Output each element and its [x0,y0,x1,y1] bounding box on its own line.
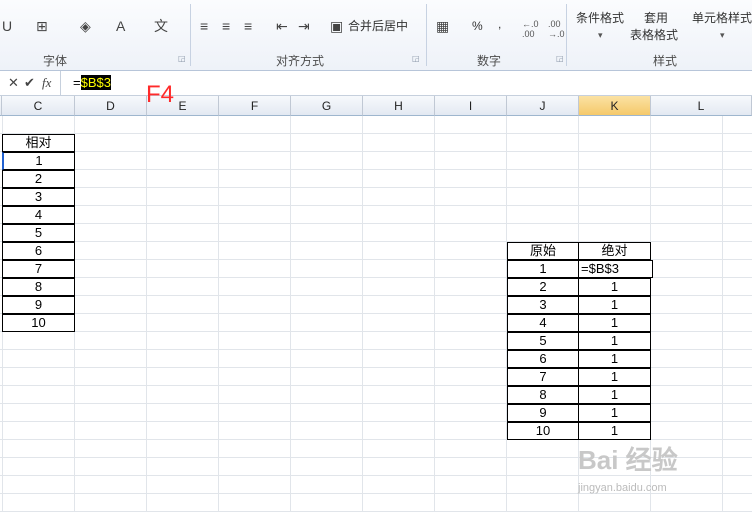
number-group-label: 数字 [476,54,501,68]
styles-group-label: 样式 [652,54,677,68]
table-cell[interactable]: 7 [507,368,579,386]
cancel-icon[interactable]: ✕ [8,75,19,91]
align-left-icon[interactable]: ≡ [200,18,208,34]
formula-prefix: = [73,75,81,90]
enter-icon[interactable]: ✔ [24,75,35,91]
table-cell[interactable]: 8 [2,278,75,296]
font-color-icon[interactable]: A [116,18,125,34]
table-cell[interactable]: 6 [507,350,579,368]
table-cell[interactable]: 1 [578,404,651,422]
active-edit-cell[interactable]: =$B$3 [578,260,653,278]
formula-reference-highlight: $B$3 [80,75,111,90]
table-header[interactable]: 相对 [2,134,75,152]
align-right-icon[interactable]: ≡ [244,18,252,34]
separator [190,4,191,66]
phonetic-icon[interactable]: 文 [154,18,168,34]
font-group-label: 字体 [42,54,67,68]
column-header-f[interactable]: F [219,96,291,116]
table-cell[interactable]: 2 [2,170,75,188]
column-header-l[interactable]: L [651,96,752,116]
table-format-label-2[interactable]: 表格格式 [630,28,678,42]
percent-button[interactable]: % [472,19,483,33]
conditional-format-button[interactable]: 条件格式 [576,11,624,25]
table-header[interactable]: 原始 [507,242,579,260]
comma-button[interactable]: , [498,17,501,31]
watermark-logo: Bai 经验 [578,445,678,475]
table-cell[interactable]: 1 [578,296,651,314]
table-cell[interactable]: 10 [507,422,579,440]
table-cell[interactable]: 1 [578,350,651,368]
column-header-d[interactable]: D [75,96,147,116]
table-cell[interactable]: 1 [578,314,651,332]
table-cell[interactable]: 1 [578,368,651,386]
table-cell[interactable]: 4 [2,206,75,224]
separator [426,4,427,66]
column-header-k[interactable]: K [579,96,651,116]
increase-indent-icon[interactable]: ⇥ [298,18,310,34]
decrease-indent-icon[interactable]: ⇤ [276,18,288,34]
watermark-url: jingyan.baidu.com [578,482,667,494]
column-header-c[interactable]: C [2,96,75,116]
table-header[interactable]: 绝对 [578,242,651,260]
alignment-group-label: 对齐方式 [275,54,324,68]
table-cell[interactable]: 6 [2,242,75,260]
cell-style-button[interactable]: 单元格样式 [692,11,752,25]
table-cell[interactable]: 7 [2,260,75,278]
number-launcher-icon[interactable]: ◲ [556,54,564,63]
table-format-label-1[interactable]: 套用 [644,11,668,25]
table-cell[interactable]: 1 [578,332,651,350]
column-header-h[interactable]: H [363,96,435,116]
insert-function-icon[interactable]: fx [42,75,51,91]
fill-color-icon[interactable]: ◈ [80,18,91,34]
table-cell[interactable]: 1 [2,152,75,170]
table-cell[interactable]: 3 [507,296,579,314]
dropdown-icon[interactable]: ▾ [720,30,725,41]
table-cell[interactable]: 1 [578,422,651,440]
f4-annotation: F4 [146,81,175,108]
table-cell[interactable]: 2 [507,278,579,296]
table-cell[interactable]: 9 [507,404,579,422]
separator [566,4,567,66]
ribbon: U ⊞ ◈ A 文 字体 ◲ ≡ ≡ ≡ ⇤ ⇥ ▣ 合并后居中 对齐方式 ◲ … [0,0,752,71]
table-cell[interactable]: 5 [507,332,579,350]
border-icon[interactable]: ⊞ [36,18,48,34]
increase-decimal-icon[interactable]: ←.0.00 [522,19,539,39]
table-cell[interactable]: 1 [578,278,651,296]
table-cell[interactable]: 8 [507,386,579,404]
table-cell[interactable]: 4 [507,314,579,332]
alignment-launcher-icon[interactable]: ◲ [412,54,420,63]
table-cell[interactable]: 5 [2,224,75,242]
column-header-j[interactable]: J [507,96,579,116]
table-cell[interactable]: 9 [2,296,75,314]
decrease-decimal-icon[interactable]: .00 →.0 [548,19,565,39]
column-header-g[interactable]: G [291,96,363,116]
font-launcher-icon[interactable]: ◲ [178,54,186,63]
table-cell[interactable]: 3 [2,188,75,206]
align-center-icon[interactable]: ≡ [222,18,230,34]
accounting-format-icon[interactable]: ▦ [436,18,449,34]
dropdown-icon[interactable]: ▾ [598,30,603,41]
table-cell[interactable]: 1 [507,260,579,278]
column-header-i[interactable]: I [435,96,507,116]
merge-center-button[interactable]: 合并后居中 [348,19,408,33]
underline-icon[interactable]: U [2,18,12,34]
formula-bar: ✕ ✔ fx =$B$3 [0,71,752,96]
table-cell[interactable]: 1 [578,386,651,404]
merge-icon[interactable]: ▣ [330,18,343,34]
table-cell[interactable]: 10 [2,314,75,332]
